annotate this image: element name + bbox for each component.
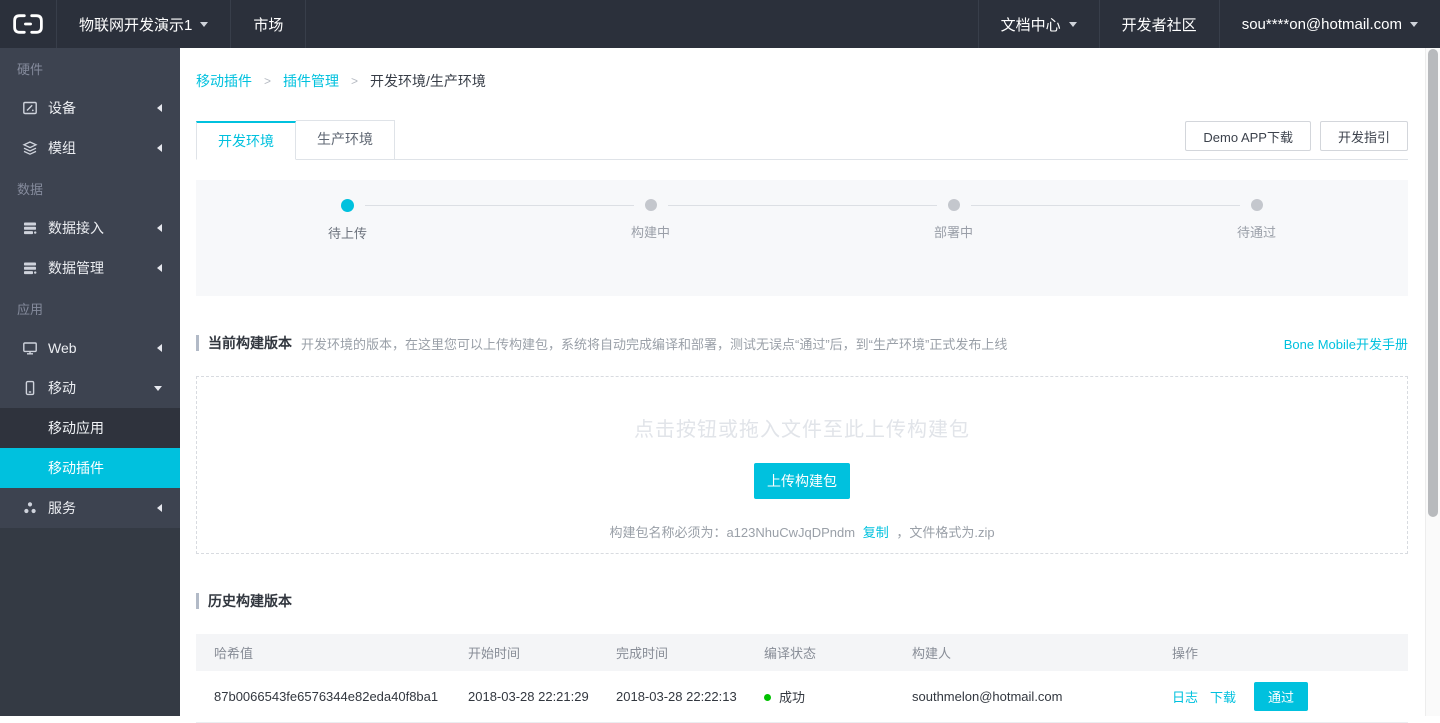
sidebar-item-mobile[interactable]: 移动 (0, 368, 180, 408)
sidebar-item-device[interactable]: 设备 (0, 88, 180, 128)
download-link[interactable]: 下载 (1210, 690, 1236, 705)
breadcrumb-separator: > (264, 74, 271, 88)
breadcrumb: 移动插件 > 插件管理 > 开发环境/生产环境 (196, 48, 1408, 91)
chevron-left-icon (157, 264, 162, 272)
section-bar (196, 335, 199, 351)
sidebar-section-app: 应用 (0, 288, 180, 328)
sidebar-item-module[interactable]: 模组 (0, 128, 180, 168)
web-icon (22, 340, 38, 356)
breadcrumb-separator: > (351, 74, 358, 88)
history-title: 历史构建版本 (208, 591, 292, 611)
cell-builder: southmelon@hotmail.com (894, 671, 1154, 722)
col-start-time: 开始时间 (450, 634, 598, 671)
history-section-header: 历史构建版本 (196, 591, 1408, 611)
tab-dev-env[interactable]: 开发环境 (196, 121, 296, 160)
current-build-desc: 开发环境的版本，在这里您可以上传构建包，系统将自动完成编译和部署，测试无误点“通… (301, 334, 1007, 353)
chevron-left-icon (157, 224, 162, 232)
step-deploying: 部署中 (802, 180, 1105, 296)
step-connector (668, 205, 937, 206)
success-dot-icon (764, 694, 771, 701)
section-bar (196, 593, 199, 609)
upload-dropzone[interactable]: 点击按钮或拖入文件至此上传构建包 上传构建包 构建包名称必须为：a123NhuC… (196, 376, 1408, 554)
chevron-left-icon (157, 344, 162, 352)
nav-market[interactable]: 市场 (230, 0, 305, 48)
sidebar-item-data-manage[interactable]: 数据管理 (0, 248, 180, 288)
table-row: 87b0066543fe6576344e82eda40f8ba1 2018-03… (196, 671, 1408, 722)
env-tabbar: 开发环境 生产环境 Demo APP下载 开发指引 (196, 121, 1408, 160)
chevron-left-icon (157, 144, 162, 152)
vertical-scrollbar (1425, 48, 1440, 716)
step-connector (365, 205, 634, 206)
project-switcher[interactable]: 物联网开发演示1 (56, 0, 230, 48)
user-account-menu[interactable]: sou****on@hotmail.com (1219, 0, 1440, 48)
col-hash: 哈希值 (196, 634, 450, 671)
step-connector (971, 205, 1240, 206)
nav-divider (305, 0, 306, 48)
upload-name-rule: 构建包名称必须为：a123NhuCwJqDPndm 复制 ，文件格式为.zip (197, 522, 1407, 541)
database-icon (22, 220, 38, 236)
chevron-down-icon (1069, 22, 1077, 27)
breadcrumb-mobile-plugin[interactable]: 移动插件 (196, 71, 252, 91)
chevron-down-icon (1410, 22, 1418, 27)
history-table: 哈希值 开始时间 完成时间 编译状态 构建人 操作 87b0066543fe65… (196, 634, 1408, 723)
sidebar-item-mobile-plugin[interactable]: 移动插件 (0, 448, 180, 488)
log-link[interactable]: 日志 (1172, 690, 1198, 705)
chevron-left-icon (157, 504, 162, 512)
bone-logo-icon[interactable] (0, 0, 56, 48)
chevron-down-icon (200, 22, 208, 27)
breadcrumb-current: 开发环境/生产环境 (370, 71, 486, 91)
step-dot-active (341, 199, 354, 212)
pass-button[interactable]: 通过 (1254, 682, 1308, 711)
col-compile-status: 编译状态 (746, 634, 894, 671)
sidebar-section-data: 数据 (0, 168, 180, 208)
scrollbar-thumb[interactable] (1428, 49, 1438, 517)
nav-dev-community[interactable]: 开发者社区 (1099, 0, 1219, 48)
sidebar-filler (0, 528, 180, 716)
service-icon (22, 500, 38, 516)
sidebar: 硬件 设备 模组 数据 (0, 48, 180, 716)
build-stepper: 待上传 构建中 部署中 待通过 (196, 180, 1408, 296)
sidebar-item-service[interactable]: 服务 (0, 488, 180, 528)
top-navbar: 物联网开发演示1 市场 文档中心 开发者社区 sou****on@hotmail… (0, 0, 1440, 48)
user-email: sou****on@hotmail.com (1242, 16, 1402, 33)
chevron-down-icon (154, 386, 162, 391)
col-finish-time: 完成时间 (598, 634, 746, 671)
table-header-row: 哈希值 开始时间 完成时间 编译状态 构建人 操作 (196, 634, 1408, 671)
step-building: 构建中 (499, 180, 802, 296)
sidebar-item-mobile-app[interactable]: 移动应用 (0, 408, 180, 448)
current-build-section-header: 当前构建版本 开发环境的版本，在这里您可以上传构建包，系统将自动完成编译和部署，… (196, 333, 1408, 353)
sidebar-section-hardware: 硬件 (0, 48, 180, 88)
breadcrumb-plugin-manage[interactable]: 插件管理 (283, 71, 339, 91)
current-build-title: 当前构建版本 (208, 333, 292, 353)
bone-mobile-manual-link[interactable]: Bone Mobile开发手册 (1284, 334, 1408, 353)
tab-prod-env[interactable]: 生产环境 (296, 120, 395, 159)
cell-start-time: 2018-03-28 22:21:29 (450, 671, 598, 722)
module-icon (22, 140, 38, 156)
cell-status: 成功 (746, 671, 894, 722)
col-operations: 操作 (1154, 634, 1408, 671)
dev-guide-button[interactable]: 开发指引 (1320, 121, 1408, 151)
project-name: 物联网开发演示1 (79, 14, 192, 35)
cell-operations: 日志下载 通过 (1154, 671, 1408, 722)
col-builder: 构建人 (894, 634, 1154, 671)
sidebar-item-data-access[interactable]: 数据接入 (0, 208, 180, 248)
database-icon (22, 260, 38, 276)
chevron-left-icon (157, 104, 162, 112)
nav-doc-center[interactable]: 文档中心 (978, 0, 1099, 48)
step-dot (1251, 199, 1263, 211)
upload-package-button[interactable]: 上传构建包 (754, 463, 850, 499)
sidebar-item-web[interactable]: Web (0, 328, 180, 368)
cell-finish-time: 2018-03-28 22:22:13 (598, 671, 746, 722)
step-dot (948, 199, 960, 211)
demo-app-download-button[interactable]: Demo APP下载 (1185, 121, 1311, 151)
main-content: 移动插件 > 插件管理 > 开发环境/生产环境 开发环境 生产环境 Demo A… (180, 48, 1440, 716)
mobile-icon (22, 380, 38, 396)
upload-hint: 点击按钮或拖入文件至此上传构建包 (197, 377, 1407, 442)
copy-link[interactable]: 复制 (863, 525, 889, 540)
step-dot (645, 199, 657, 211)
step-waiting-upload: 待上传 (196, 180, 499, 296)
step-waiting-pass: 待通过 (1105, 180, 1408, 296)
cell-hash: 87b0066543fe6576344e82eda40f8ba1 (196, 671, 450, 722)
device-icon (22, 100, 38, 116)
